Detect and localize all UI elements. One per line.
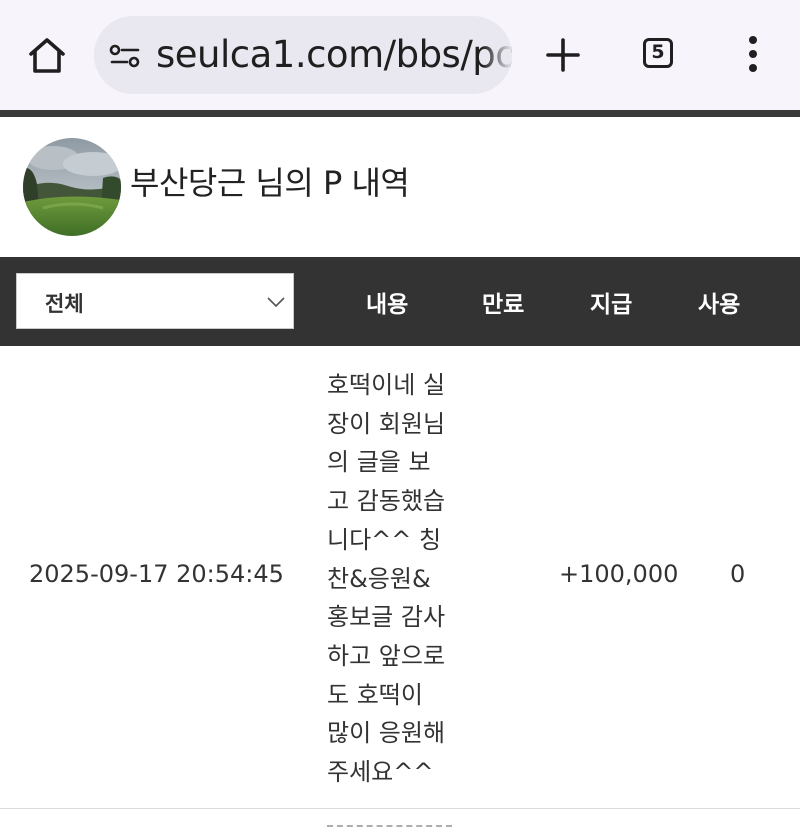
row-use: 0 xyxy=(730,560,746,588)
tab-switcher-icon[interactable]: 5 xyxy=(636,32,682,78)
content-line: 찬&응원& xyxy=(327,564,431,593)
filter-selected-value: 전체 xyxy=(45,292,84,316)
header-expire[interactable]: 만료 xyxy=(482,285,524,319)
content-line: 홍보글 감사 xyxy=(327,603,446,632)
tune-icon[interactable] xyxy=(108,42,142,70)
home-icon[interactable] xyxy=(24,32,70,78)
content-line: 호떡이네 실 xyxy=(327,371,446,399)
browser-toolbar: seulca1.com/bbs/po 5 xyxy=(0,0,800,111)
header-use[interactable]: 사용 xyxy=(698,285,740,319)
content-line: 의 글을 보 xyxy=(327,448,431,477)
row-date: 2025-09-17 20:54:45 xyxy=(29,560,284,588)
plus-icon[interactable] xyxy=(540,32,586,78)
content-line: 고 감동했습 xyxy=(327,487,446,516)
header-content[interactable]: 내용 xyxy=(366,285,408,319)
content-line: 장이 회원님 xyxy=(327,409,446,438)
chevron-down-icon xyxy=(267,294,285,308)
table-header: 전체 내용 만료 지급 사용 xyxy=(0,257,800,346)
content-line: 도 호떡이 xyxy=(327,680,423,709)
filter-select[interactable]: 전체 xyxy=(16,273,294,329)
row-content: 호떡이네 실 장이 회원님 의 글을 보 고 감동했습 니다^^ 칭 찬&응원&… xyxy=(327,366,462,792)
address-bar[interactable]: seulca1.com/bbs/po xyxy=(94,16,512,94)
page-title: 부산당근 님의 P 내역 xyxy=(130,164,410,202)
more-vertical-icon[interactable] xyxy=(730,32,776,78)
avatar xyxy=(23,138,121,236)
table-row-partial[interactable] xyxy=(0,809,800,832)
row-content-peek xyxy=(327,823,452,832)
tab-count: 5 xyxy=(643,38,673,68)
content-line: 니다^^ 칭 xyxy=(327,525,442,554)
row-give: +100,000 xyxy=(559,560,679,588)
profile-header: 부산당근 님의 P 내역 xyxy=(0,117,800,258)
url-text[interactable]: seulca1.com/bbs/po xyxy=(156,34,512,76)
url-fade xyxy=(482,16,512,94)
top-divider xyxy=(0,110,800,117)
content-line: 많이 응원해 xyxy=(327,719,446,748)
header-give[interactable]: 지급 xyxy=(590,285,632,319)
content-line: 하고 앞으로 xyxy=(327,641,446,670)
table-row[interactable]: 2025-09-17 20:54:45 호떡이네 실 장이 회원님 의 글을 보… xyxy=(0,346,800,809)
content-line: 주세요^^ xyxy=(327,758,434,787)
